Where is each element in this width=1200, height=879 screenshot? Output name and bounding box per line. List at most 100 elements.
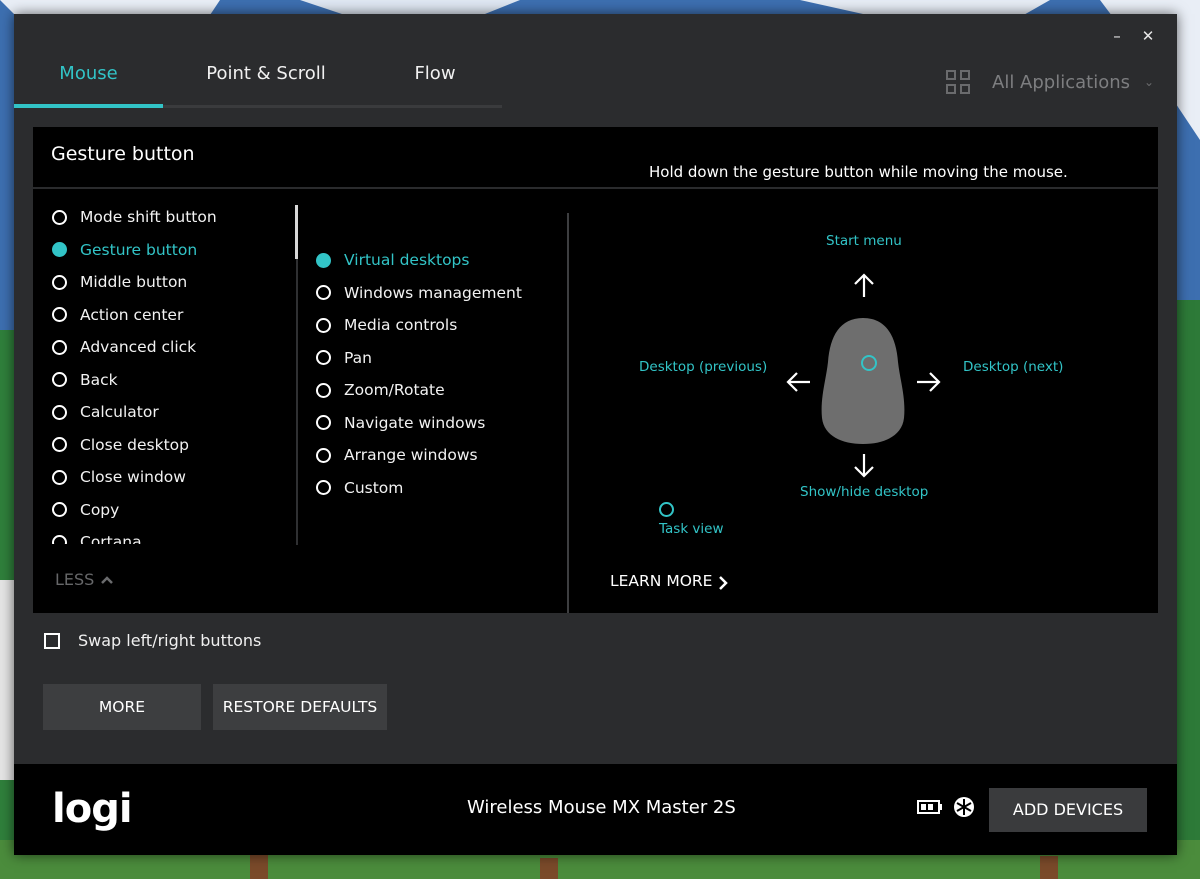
radio-icon	[52, 534, 67, 544]
close-button[interactable]: ✕	[1133, 22, 1163, 50]
button-option-label: Advanced click	[80, 338, 197, 356]
radio-icon	[52, 339, 67, 355]
gesture-option[interactable]: Media controls	[316, 312, 457, 338]
less-label: LESS	[55, 570, 95, 589]
unifying-receiver-icon	[954, 797, 974, 817]
button-option[interactable]: Close window	[52, 464, 186, 490]
grid-icon	[946, 70, 970, 94]
device-name: Wireless Mouse MX Master 2S	[467, 797, 736, 818]
radio-icon	[52, 404, 67, 420]
swap-buttons-label: Swap left/right buttons	[78, 631, 262, 650]
gesture-option-label: Arrange windows	[344, 446, 478, 464]
button-option-label: Calculator	[80, 403, 159, 421]
arrow-right-icon	[917, 372, 941, 392]
button-option[interactable]: Calculator	[52, 399, 159, 425]
radio-icon	[316, 350, 331, 365]
gesture-click-label: Task view	[659, 521, 724, 537]
radio-icon	[316, 415, 331, 430]
button-option[interactable]: Back	[52, 367, 118, 393]
gesture-option-label: Virtual desktops	[344, 251, 470, 269]
add-devices-button[interactable]: ADD DEVICES	[989, 788, 1147, 832]
gesture-left-label: Desktop (previous)	[639, 359, 768, 375]
task-view-button-indicator[interactable]	[659, 502, 674, 517]
panel-divider	[33, 187, 1158, 189]
button-option[interactable]: Cortana	[52, 529, 142, 544]
gesture-option-list: Virtual desktops Windows management Medi…	[316, 247, 576, 517]
radio-selected-icon	[52, 242, 67, 257]
radio-icon	[316, 480, 331, 495]
radio-icon	[316, 317, 331, 333]
button-list[interactable]: Mode shift button Gesture button Middle …	[52, 204, 292, 544]
logi-logo: logi	[52, 786, 133, 832]
swap-buttons-row: Swap left/right buttons	[44, 631, 261, 650]
column-divider	[567, 213, 569, 613]
tab-bar: Mouse Point & Scroll Flow	[14, 52, 504, 107]
mouse-illustration	[821, 318, 905, 444]
gesture-up-label: Start menu	[826, 233, 902, 249]
gesture-option-label: Zoom/Rotate	[344, 381, 445, 399]
gesture-option[interactable]: Pan	[316, 345, 372, 371]
radio-icon	[52, 274, 67, 290]
less-button[interactable]: LESS	[55, 570, 114, 589]
button-option-label: Cortana	[80, 533, 142, 544]
gesture-option[interactable]: Custom	[316, 475, 403, 501]
tab-mouse[interactable]: Mouse	[14, 52, 163, 107]
arrow-down-icon	[854, 454, 874, 478]
tab-point-scroll[interactable]: Point & Scroll	[174, 52, 358, 107]
button-option[interactable]: Advanced click	[52, 334, 196, 360]
button-option[interactable]: Gesture button	[52, 237, 197, 263]
chevron-up-icon	[101, 575, 114, 584]
gesture-option-label: Media controls	[344, 316, 458, 334]
button-option[interactable]: Close desktop	[52, 432, 189, 458]
gesture-option[interactable]: Arrange windows	[316, 442, 478, 468]
logitech-options-window: – ✕ Mouse Point & Scroll Flow All Applic…	[14, 14, 1177, 855]
gesture-option[interactable]: Navigate windows	[316, 410, 485, 436]
gesture-option[interactable]: Zoom/Rotate	[316, 377, 445, 403]
button-option[interactable]: Action center	[52, 302, 183, 328]
tab-active-indicator	[14, 104, 163, 108]
chevron-down-icon: ⌄	[1144, 75, 1155, 89]
radio-icon	[52, 307, 67, 322]
gesture-option-label: Navigate windows	[344, 413, 486, 432]
panel-hint: Hold down the gesture button while movin…	[649, 163, 1068, 181]
swap-buttons-checkbox[interactable]	[44, 632, 60, 649]
radio-icon	[52, 502, 67, 517]
restore-defaults-button[interactable]: RESTORE DEFAULTS	[213, 684, 387, 730]
application-selector[interactable]: All Applications ⌄	[946, 64, 1156, 100]
button-option-label: Middle button	[80, 273, 188, 291]
arrow-left-icon	[786, 372, 810, 392]
button-option-label: Close desktop	[80, 435, 189, 454]
button-option[interactable]: Mode shift button	[52, 204, 217, 230]
radio-icon	[316, 447, 331, 463]
gesture-option-label: Windows management	[344, 283, 522, 302]
button-option-label: Action center	[80, 305, 184, 324]
radio-icon	[52, 469, 67, 485]
chevron-right-icon	[719, 576, 729, 590]
gesture-down-label: Show/hide desktop	[800, 484, 929, 500]
tab-flow[interactable]: Flow	[374, 52, 496, 107]
button-option[interactable]: Copy	[52, 497, 119, 523]
panel-title: Gesture button	[51, 143, 195, 165]
learn-more-link[interactable]: LEARN MORE	[610, 571, 729, 591]
gesture-option[interactable]: Windows management	[316, 280, 522, 306]
list-scrollbar-thumb[interactable]	[295, 205, 298, 259]
minimize-button[interactable]: –	[1102, 22, 1132, 50]
battery-icon	[917, 800, 942, 814]
radio-selected-icon	[316, 252, 331, 268]
radio-icon	[316, 285, 331, 300]
application-selector-label: All Applications	[992, 71, 1130, 93]
radio-icon	[52, 437, 67, 452]
footer-bar: logi Wireless Mouse MX Master 2S ADD DEV…	[14, 764, 1177, 855]
button-option-label: Mode shift button	[80, 208, 217, 226]
gesture-right-label: Desktop (next)	[963, 359, 1064, 375]
button-option-label: Back	[80, 370, 118, 389]
radio-icon	[52, 209, 67, 225]
gesture-option-label: Custom	[344, 478, 404, 497]
button-option[interactable]: Middle button	[52, 269, 187, 295]
learn-more-label: LEARN MORE	[610, 572, 713, 590]
button-option-label: Gesture button	[80, 240, 198, 259]
more-button[interactable]: MORE	[43, 684, 201, 730]
button-option-label: Close window	[80, 468, 186, 486]
gesture-option[interactable]: Virtual desktops	[316, 247, 469, 273]
radio-icon	[316, 382, 331, 398]
